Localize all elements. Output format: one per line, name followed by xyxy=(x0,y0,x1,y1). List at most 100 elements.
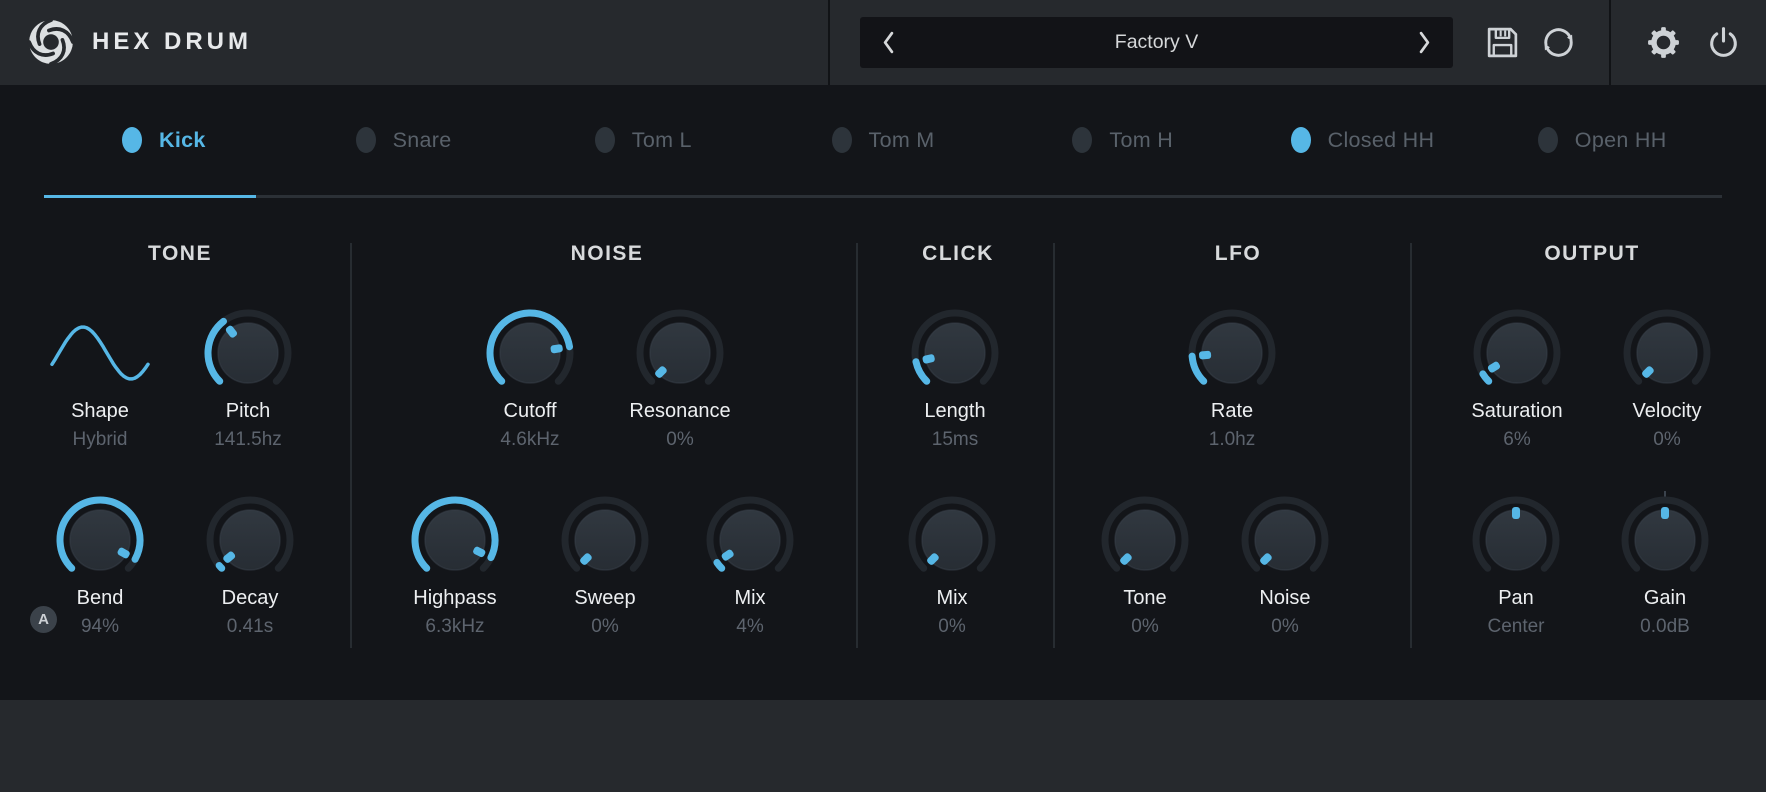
control-name: Velocity xyxy=(1582,400,1752,423)
control-label-velocity: Velocity 0% xyxy=(1582,400,1752,451)
knob-resonance[interactable] xyxy=(630,303,730,403)
knob-rate[interactable] xyxy=(1182,303,1282,403)
control-value: 6.3kHz xyxy=(370,616,540,638)
tab-label: Kick xyxy=(159,128,206,153)
control-name: Noise xyxy=(1200,587,1370,610)
tab-led-kick xyxy=(122,127,142,153)
tab-led-tom-h xyxy=(1072,127,1092,153)
control-value: 0.0dB xyxy=(1580,616,1750,638)
knob-velocity[interactable] xyxy=(1617,303,1717,403)
tab-tom-m[interactable]: Tom M xyxy=(763,85,1003,195)
section-title-noise: NOISE xyxy=(571,242,644,266)
section-title-tone: TONE xyxy=(148,242,212,266)
section-title-click: CLICK xyxy=(922,242,994,266)
control-value: 6% xyxy=(1432,429,1602,451)
control-name: Shape xyxy=(15,400,185,423)
preset-browser[interactable]: Factory V xyxy=(860,17,1453,68)
control-label-noise-mix: Mix 4% xyxy=(665,587,835,638)
control-label-lfo-noise: Noise0% xyxy=(1200,587,1370,638)
knob-lfo-tone[interactable] xyxy=(1095,490,1195,590)
control-value: 0% xyxy=(867,616,1037,638)
save-icon[interactable] xyxy=(1484,24,1521,61)
bottom-bar: Phase Reset Offset Obey Note-Off Voice L… xyxy=(0,700,1766,792)
control-value: 141.5hz xyxy=(163,429,333,451)
control-value: 1.0hz xyxy=(1147,429,1317,451)
control-label-saturation: Saturation 6% xyxy=(1432,400,1602,451)
knob-gain[interactable] xyxy=(1615,490,1715,590)
voice-tab-bar: Kick Snare Tom L Tom M Tom H Closed HH Open HH xyxy=(44,85,1722,195)
control-label-click-mix: Mix 0% xyxy=(867,587,1037,638)
control-label-resonance: Resonance 0% xyxy=(595,400,765,451)
control-name: Pitch xyxy=(163,400,333,423)
control-value: 0% xyxy=(1582,429,1752,451)
tab-led-snare xyxy=(356,127,376,153)
power-icon[interactable] xyxy=(1705,24,1742,61)
knob-click-mix[interactable] xyxy=(902,490,1002,590)
control-label-pitch: Pitch 141.5hz xyxy=(163,400,333,451)
control-label-gain: Gain0.0dB xyxy=(1580,587,1750,638)
knob-sweep[interactable] xyxy=(555,490,655,590)
tab-led-tom-m xyxy=(832,127,852,153)
tab-snare[interactable]: Snare xyxy=(284,85,524,195)
tab-closed-hh[interactable]: Closed HH xyxy=(1243,85,1483,195)
tab-led-closed-hh xyxy=(1291,127,1311,153)
control-name: Saturation xyxy=(1432,400,1602,423)
tab-underline xyxy=(44,195,1722,198)
preset-name[interactable]: Factory V xyxy=(897,31,1416,54)
tab-label: Closed HH xyxy=(1328,128,1435,153)
tab-label: Tom M xyxy=(869,128,935,153)
control-name: Length xyxy=(870,400,1040,423)
tab-kick[interactable]: Kick xyxy=(44,85,284,195)
tab-led-open-hh xyxy=(1538,127,1558,153)
control-label-cutoff: Cutoff 4.6kHz xyxy=(445,400,615,451)
control-value: 0% xyxy=(595,429,765,451)
section-divider-1 xyxy=(350,243,352,648)
knob-length[interactable] xyxy=(905,303,1005,403)
tab-open-hh[interactable]: Open HH xyxy=(1482,85,1722,195)
automation-badge[interactable]: A xyxy=(30,606,57,633)
control-name: Rate xyxy=(1147,400,1317,423)
control-value: 4% xyxy=(665,616,835,638)
reload-icon[interactable] xyxy=(1537,21,1580,64)
tab-label: Tom H xyxy=(1109,128,1173,153)
knob-pan[interactable] xyxy=(1466,490,1566,590)
control-name: Mix xyxy=(867,587,1037,610)
knob-bend[interactable] xyxy=(50,490,150,590)
topbar-divider xyxy=(828,0,830,85)
knob-noise-mix[interactable] xyxy=(700,490,800,590)
control-name: Mix xyxy=(665,587,835,610)
app-title: HEX DRUM xyxy=(92,28,252,56)
control-label-pan: PanCenter xyxy=(1431,587,1601,638)
settings-gear-icon[interactable] xyxy=(1645,24,1682,61)
section-divider-4 xyxy=(1410,243,1412,648)
tab-tom-h[interactable]: Tom H xyxy=(1003,85,1243,195)
section-divider-2 xyxy=(856,243,858,648)
tab-label: Open HH xyxy=(1575,128,1667,153)
shape-selector[interactable] xyxy=(50,319,150,387)
knob-saturation[interactable] xyxy=(1467,303,1567,403)
knob-lfo-noise[interactable] xyxy=(1235,490,1335,590)
tab-label: Tom L xyxy=(632,128,692,153)
knob-cutoff[interactable] xyxy=(480,303,580,403)
knob-pitch[interactable] xyxy=(198,303,298,403)
tab-underline-active xyxy=(44,195,256,198)
preset-prev-button[interactable] xyxy=(880,29,897,56)
control-label-length: Length 15ms xyxy=(870,400,1040,451)
control-value: 15ms xyxy=(870,429,1040,451)
preset-next-button[interactable] xyxy=(1416,29,1433,56)
control-value: Center xyxy=(1431,616,1601,638)
control-value: 4.6kHz xyxy=(445,429,615,451)
control-label-rate: Rate 1.0hz xyxy=(1147,400,1317,451)
knob-decay[interactable] xyxy=(200,490,300,590)
section-title-output: OUTPUT xyxy=(1544,242,1639,266)
section-divider-3 xyxy=(1053,243,1055,648)
control-name: Highpass xyxy=(370,587,540,610)
control-name: Resonance xyxy=(595,400,765,423)
control-name: Decay xyxy=(165,587,335,610)
control-name: Cutoff xyxy=(445,400,615,423)
tab-tom-l[interactable]: Tom L xyxy=(523,85,763,195)
control-label-decay: Decay0.41s xyxy=(165,587,335,638)
knob-highpass[interactable] xyxy=(405,490,505,590)
topbar-divider-2 xyxy=(1609,0,1611,85)
hex-drum-plugin-window: HEX DRUM Factory V xyxy=(0,0,1766,792)
